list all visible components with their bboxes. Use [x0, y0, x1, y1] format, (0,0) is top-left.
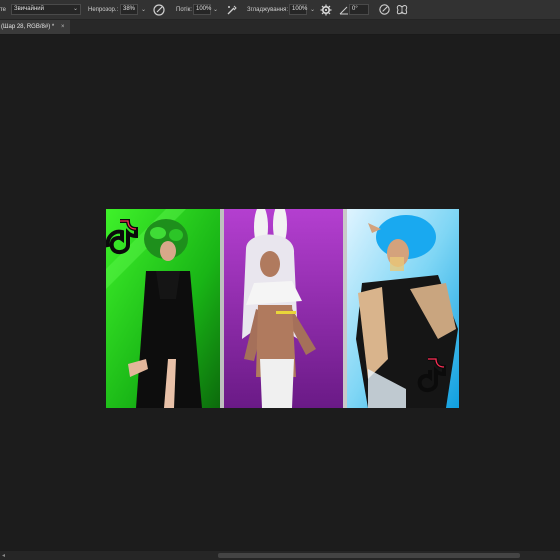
panel-divider [220, 209, 224, 408]
pressure-opacity-button[interactable] [152, 0, 166, 19]
blend-mode-dropdown[interactable]: Звичайний ⌄ [11, 4, 81, 15]
angle-input[interactable]: 0° [349, 4, 369, 15]
chevron-down-icon: ⌄ [72, 6, 78, 12]
smoothing-label: Згладжування: [247, 6, 289, 13]
smoothing-input[interactable]: 100% [289, 4, 307, 15]
butterfly-symmetry-icon [396, 4, 408, 14]
mode-label: те [0, 6, 7, 13]
document-tab[interactable]: (Шар 28, RGB/8#) * [0, 20, 70, 34]
collage-artwork [106, 209, 459, 408]
pressure-size-button[interactable] [378, 0, 391, 19]
gear-icon [320, 4, 332, 15]
close-icon[interactable]: × [61, 20, 65, 34]
smoothing-chevron-down-icon[interactable]: ⌄ [310, 0, 315, 19]
brush-angle-button[interactable] [339, 0, 349, 19]
airbrush-icon [227, 5, 237, 14]
opacity-input[interactable]: 38% [120, 4, 138, 15]
document-tab-title: (Шар 28, RGB/8#) * [1, 24, 55, 30]
opacity-label: Непрозор.: [88, 6, 119, 13]
scrollbar-thumb[interactable] [218, 553, 520, 558]
panel-blue [347, 209, 459, 408]
opacity-value: 38% [123, 6, 136, 12]
flow-label: Потік: [176, 6, 192, 13]
panel-green [106, 209, 220, 408]
airbrush-button[interactable] [225, 0, 239, 19]
horizontal-scrollbar[interactable]: ◂ [0, 551, 560, 560]
smoothing-value: 100% [292, 6, 308, 12]
document-tab-bar: (Шар 28, RGB/8#) * × [0, 20, 560, 35]
blend-mode-value: Звичайний [14, 6, 44, 12]
pen-pressure-icon [153, 3, 165, 16]
smoothing-settings-button[interactable] [320, 0, 332, 19]
symmetry-button[interactable] [396, 0, 408, 19]
panel-divider [343, 209, 347, 408]
panel-purple [224, 209, 343, 408]
scroll-left-icon[interactable]: ◂ [2, 552, 5, 559]
flow-value: 100% [196, 6, 212, 12]
flow-input[interactable]: 100% [193, 4, 211, 15]
angle-icon [339, 6, 348, 14]
options-bar: те Звичайний ⌄ Непрозор.: 38% ⌄ Потік: 1… [0, 0, 560, 20]
angle-value: 0° [352, 6, 358, 12]
document-canvas[interactable] [106, 209, 459, 408]
opacity-chevron-down-icon[interactable]: ⌄ [141, 0, 146, 19]
flow-chevron-down-icon[interactable]: ⌄ [213, 0, 218, 19]
pen-pressure-size-icon [379, 4, 390, 15]
